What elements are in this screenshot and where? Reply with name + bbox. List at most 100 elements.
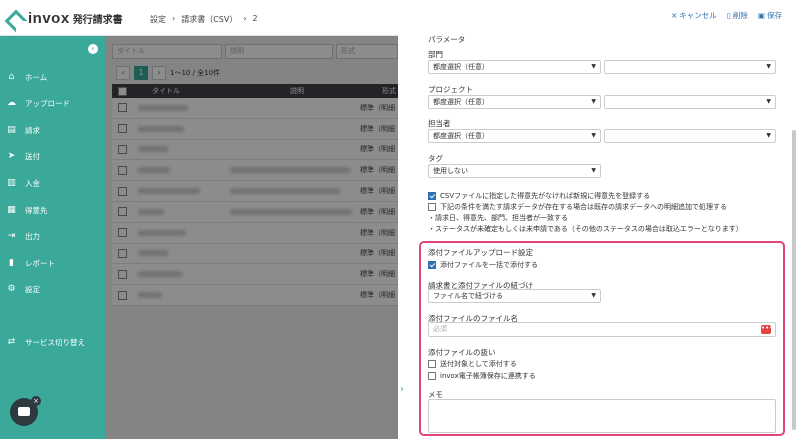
sidebar-item-label: 設定 xyxy=(25,284,40,294)
sidebar: ‹ ⌂ ホーム ☁ アップロード ▤ 請求 ➤ 送付 ▥ 入金 ▦ 得意先 ⇥ 出力 ▮ レポー… xyxy=(0,36,106,439)
checkbox-label: CSVファイルに指定した得意先がなければ新規に得意先を登録する xyxy=(440,192,651,200)
project-label: プロジェクト xyxy=(428,85,473,94)
caret-down-icon: ▼ xyxy=(766,132,771,139)
save-icon: ▣ xyxy=(757,11,765,20)
sidebar-item-label: 入金 xyxy=(25,178,40,188)
bulk-attach-checkbox[interactable]: 添付ファイルを一括で添付する xyxy=(428,260,538,270)
register-customer-checkbox[interactable]: CSVファイルに指定した得意先がなければ新規に得意先を登録する xyxy=(428,191,650,201)
person-value: 都度選択（任意） xyxy=(433,132,489,140)
chevron-right-icon: › xyxy=(243,14,247,23)
save-button[interactable]: ▣ 保存 xyxy=(758,10,782,21)
handling-label: 添付ファイルの扱い xyxy=(428,348,496,357)
dept-select[interactable]: 都度選択（任意） ▼ xyxy=(428,60,601,74)
dept-label: 部門 xyxy=(428,50,443,59)
checkbox-unchecked-icon xyxy=(428,203,436,211)
checkbox-label: 送付対象として添付する xyxy=(440,360,517,368)
logo-mark-icon xyxy=(8,12,24,26)
dept-sub-select[interactable]: ▼ xyxy=(604,60,776,74)
filename-placeholder: 必須 xyxy=(433,325,447,333)
cloud-upload-icon: ☁ xyxy=(7,98,16,108)
caret-down-icon: ▼ xyxy=(591,132,596,139)
memo-textarea[interactable] xyxy=(428,399,776,433)
service-switch-label: サービス切り替え xyxy=(25,337,85,347)
attach-section-label: 添付ファイルアップロード設定 xyxy=(428,248,533,257)
switch-icon: ⇄ xyxy=(7,337,16,347)
sidebar-item-home[interactable]: ⌂ ホーム xyxy=(6,70,48,84)
logo-subtitle: 発行請求書 xyxy=(72,15,123,26)
sidebar-item-send[interactable]: ➤ 送付 xyxy=(6,149,40,163)
sidebar-item-reports[interactable]: ▮ レポート xyxy=(6,256,55,270)
person-select[interactable]: 都度選択（任意） ▼ xyxy=(428,129,601,143)
breadcrumb-item[interactable]: 請求書（CSV） xyxy=(181,14,237,25)
checkbox-label: 添付ファイルを一括で添付する xyxy=(440,261,538,269)
delete-label: 削除 xyxy=(732,11,748,20)
person-sub-select[interactable]: ▼ xyxy=(604,129,776,143)
panel-actions: × キャンセル ▯ 削除 ▣ 保存 xyxy=(671,10,782,21)
checkbox-unchecked-icon xyxy=(428,372,436,380)
close-icon[interactable]: × xyxy=(31,396,41,406)
checkbox-checked-icon xyxy=(428,192,436,200)
breadcrumb-item: 2 xyxy=(252,14,258,23)
checkbox-unchecked-icon xyxy=(428,360,436,368)
storage-link-checkbox[interactable]: invox電子帳簿保存に連携する xyxy=(428,371,536,381)
chevron-right-icon[interactable]: › xyxy=(400,384,404,395)
sidebar-item-label: 請求 xyxy=(25,125,40,135)
export-icon: ⇥ xyxy=(7,231,16,241)
condition-note: ・請求日、得意先、部門、担当者が一致する xyxy=(428,214,568,222)
tag-value: 使用しない xyxy=(433,167,468,175)
gear-icon: ⚙ xyxy=(7,284,16,294)
caret-down-icon: ▼ xyxy=(591,167,596,174)
link-select[interactable]: ファイル名で紐づける ▼ xyxy=(428,289,601,303)
sidebar-item-customers[interactable]: ▦ 得意先 xyxy=(6,203,48,217)
link-value: ファイル名で紐づける xyxy=(433,292,503,300)
sidebar-item-label: ホーム xyxy=(25,72,48,82)
breadcrumb-item[interactable]: 設定 xyxy=(150,14,166,25)
delete-button[interactable]: ▯ 削除 xyxy=(727,10,748,21)
building-icon: ▦ xyxy=(7,205,16,215)
service-switch[interactable]: ⇄ サービス切り替え xyxy=(6,335,85,349)
checkbox-label: 下記の条件を満たす請求データが存在する場合は既存の請求データへの明細追加で処理す… xyxy=(440,203,727,211)
cancel-button[interactable]: × キャンセル xyxy=(671,10,717,21)
modal-overlay[interactable] xyxy=(106,36,398,439)
trash-icon: ▯ xyxy=(726,11,731,20)
project-select[interactable]: 都度選択（任意） ▼ xyxy=(428,95,601,109)
sidebar-item-label: 送付 xyxy=(25,151,40,161)
caret-down-icon: ▼ xyxy=(591,63,596,70)
caret-down-icon: ▼ xyxy=(591,98,596,105)
project-value: 都度選択（任意） xyxy=(433,98,489,106)
close-icon: × xyxy=(670,11,678,20)
sidebar-item-payment[interactable]: ▥ 入金 xyxy=(6,176,40,190)
logo-text: invox xyxy=(28,10,70,27)
sidebar-collapse-icon[interactable]: ‹ xyxy=(88,44,98,54)
sidebar-item-label: レポート xyxy=(25,258,55,268)
home-icon: ⌂ xyxy=(8,72,15,82)
app-root: invox 発行請求書 設定 › 請求書（CSV） › 2 ‹ ⌂ ホーム ☁ アッ… xyxy=(0,0,800,439)
dept-value: 都度選択（任意） xyxy=(433,63,489,71)
sidebar-item-export[interactable]: ⇥ 出力 xyxy=(6,229,40,243)
sidebar-item-label: 出力 xyxy=(25,231,40,241)
sidebar-item-label: 得意先 xyxy=(25,205,48,215)
sidebar-item-upload[interactable]: ☁ アップロード xyxy=(6,96,70,110)
save-label: 保存 xyxy=(767,11,782,20)
panel-scrollbar[interactable] xyxy=(792,130,796,430)
more-options-icon[interactable]: ••• xyxy=(761,325,773,334)
project-sub-select[interactable]: ▼ xyxy=(604,95,776,109)
person-label: 担当者 xyxy=(428,119,451,128)
append-details-checkbox[interactable]: 下記の条件を満たす請求データが存在する場合は既存の請求データへの明細追加で処理す… xyxy=(428,202,727,212)
caret-down-icon: ▼ xyxy=(766,98,771,105)
chevron-right-icon: › xyxy=(172,14,176,23)
sidebar-item-billing[interactable]: ▤ 請求 xyxy=(6,123,40,137)
filename-input[interactable]: 必須 ••• xyxy=(428,322,776,337)
logo[interactable]: invox 発行請求書 xyxy=(8,10,123,27)
caret-down-icon: ▼ xyxy=(766,63,771,70)
send-icon: ➤ xyxy=(7,151,16,161)
chart-icon: ▮ xyxy=(9,258,14,268)
checkbox-checked-icon xyxy=(428,261,436,269)
params-label: パラメータ xyxy=(428,35,466,44)
checkbox-label: invox電子帳簿保存に連携する xyxy=(440,372,536,380)
tag-select[interactable]: 使用しない ▼ xyxy=(428,164,601,178)
bank-icon: ▥ xyxy=(7,178,16,188)
sidebar-item-settings[interactable]: ⚙ 設定 xyxy=(6,282,40,296)
tag-label: タグ xyxy=(428,154,443,163)
send-attach-checkbox[interactable]: 送付対象として添付する xyxy=(428,359,517,369)
